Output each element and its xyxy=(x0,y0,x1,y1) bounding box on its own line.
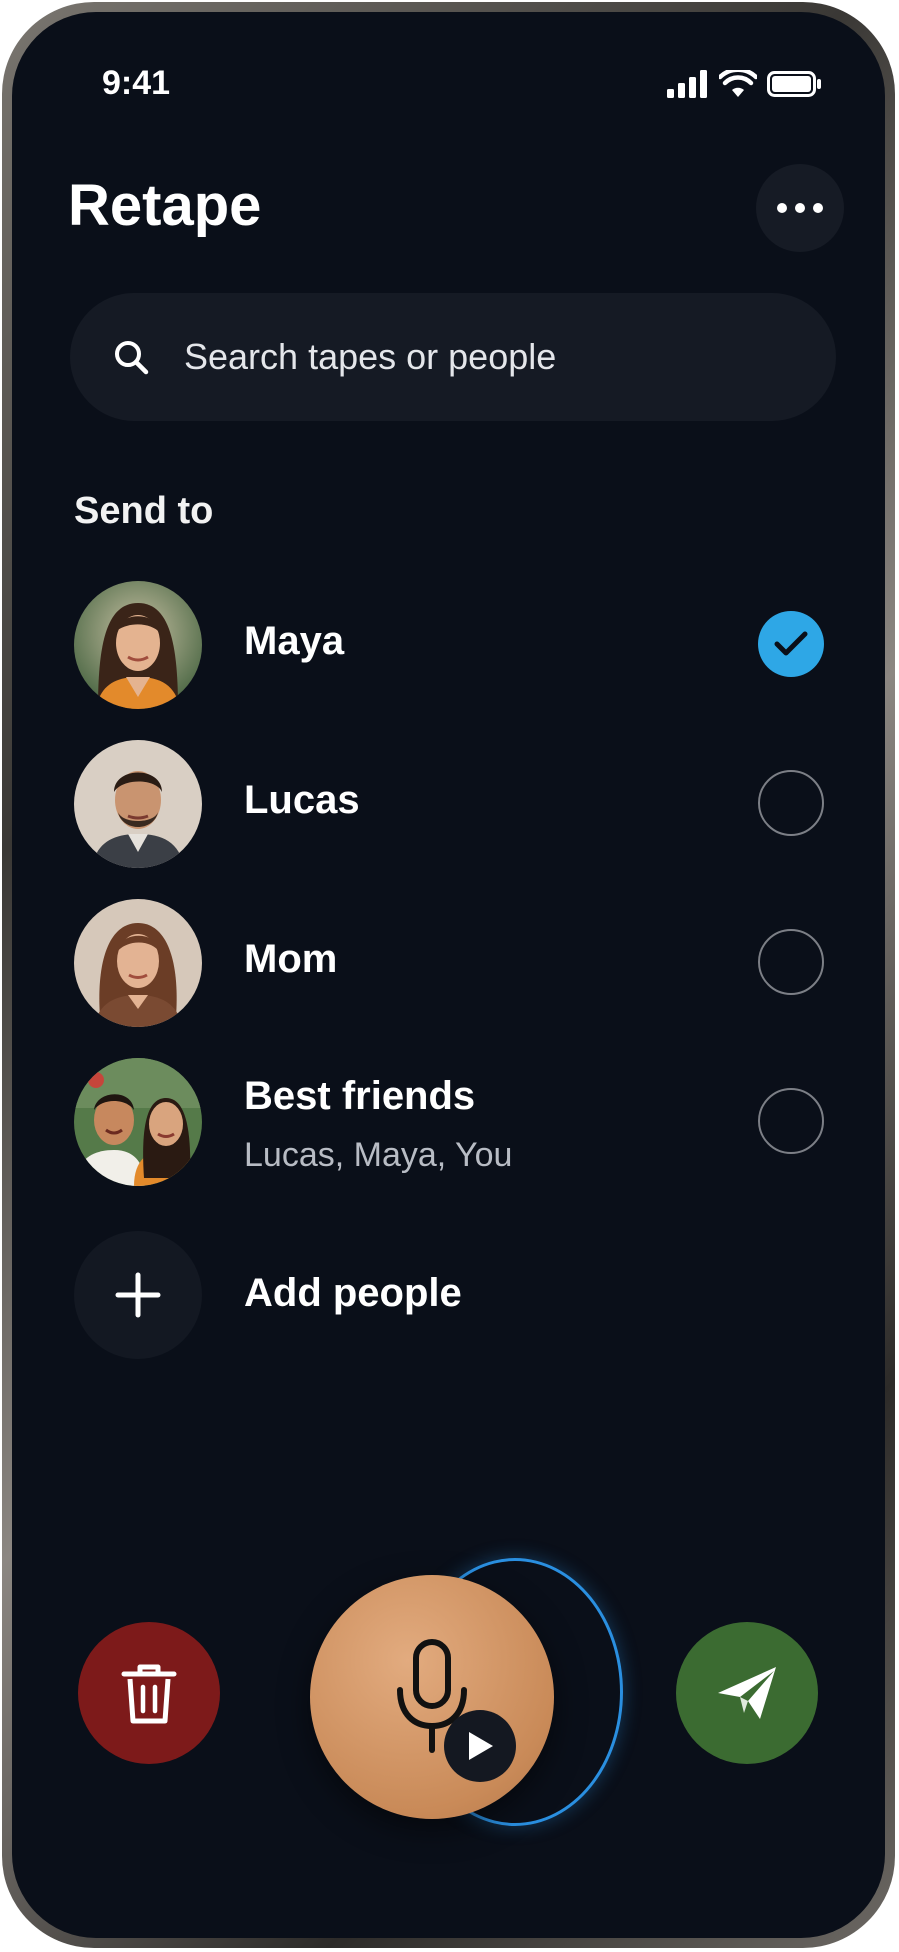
search-input[interactable] xyxy=(182,335,786,379)
app-title: Retape xyxy=(68,173,262,238)
avatar xyxy=(74,740,202,868)
add-people-button[interactable] xyxy=(74,1231,202,1359)
avatar xyxy=(74,581,202,709)
contact-name: Maya xyxy=(244,619,345,663)
checkmark-icon xyxy=(774,631,808,656)
delete-button[interactable] xyxy=(78,1622,220,1764)
play-icon xyxy=(469,1732,493,1760)
contact-name: Lucas xyxy=(244,778,360,822)
battery-icon xyxy=(767,71,821,97)
status-time: 9:41 xyxy=(102,64,171,102)
contact-row-maya[interactable]: Maya xyxy=(74,581,844,711)
contact-name: Best friends xyxy=(244,1074,476,1118)
contact-name: Mom xyxy=(244,937,338,981)
more-button[interactable] xyxy=(756,164,844,252)
contact-row-lucas[interactable]: Lucas xyxy=(74,740,844,870)
search-bar[interactable] xyxy=(70,293,836,421)
send-to-label: Send to xyxy=(74,490,214,532)
group-members: Lucas, Maya, You xyxy=(244,1136,513,1174)
group-avatar xyxy=(74,1058,202,1186)
add-people-label: Add people xyxy=(244,1271,462,1315)
trash-icon xyxy=(121,1664,177,1724)
play-preview-button[interactable] xyxy=(444,1710,516,1782)
send-icon xyxy=(718,1667,776,1719)
wifi-icon xyxy=(719,70,757,97)
contact-row-best-friends[interactable]: Best friends Lucas, Maya, You xyxy=(74,1058,844,1188)
avatar xyxy=(74,899,202,1027)
record-button[interactable] xyxy=(310,1575,554,1819)
phone-frame: 9:41 Retape Send to xyxy=(2,2,895,1948)
send-button[interactable] xyxy=(676,1622,818,1764)
plus-icon xyxy=(115,1272,161,1318)
selected-checkbox[interactable] xyxy=(758,611,824,677)
search-icon xyxy=(115,341,149,375)
contact-row-mom[interactable]: Mom xyxy=(74,899,844,1029)
unselected-checkbox[interactable] xyxy=(758,929,824,995)
signal-icon xyxy=(667,70,707,98)
add-people-row[interactable]: Add people xyxy=(74,1231,844,1361)
status-icons xyxy=(667,70,823,98)
unselected-checkbox[interactable] xyxy=(758,1088,824,1154)
unselected-checkbox[interactable] xyxy=(758,770,824,836)
more-horizontal-icon xyxy=(777,203,823,213)
app-screen: 9:41 Retape Send to xyxy=(12,12,885,1938)
